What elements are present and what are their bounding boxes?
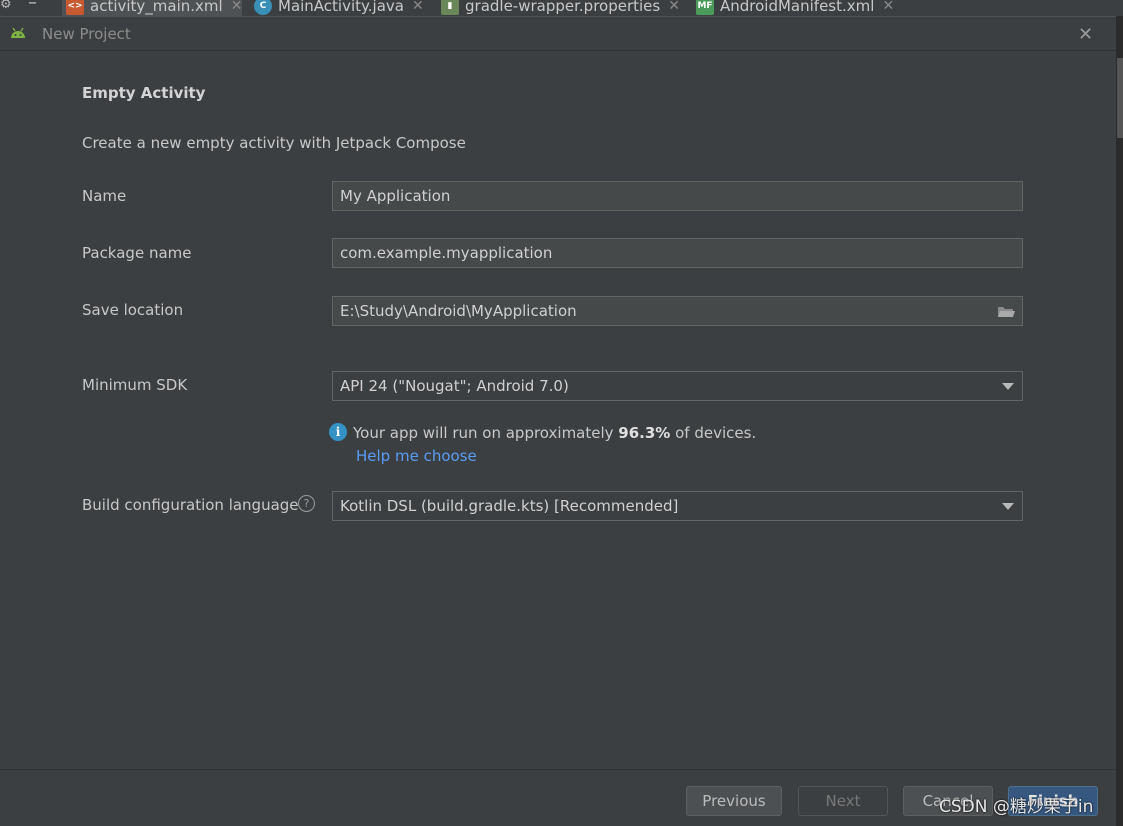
tab-gradle-wrapper-properties[interactable]: ▮ gradle-wrapper.properties ✕	[437, 0, 680, 16]
save-location-value: E:\Study\Android\MyApplication	[340, 302, 577, 320]
info-icon: i	[329, 423, 347, 441]
previous-button[interactable]: Previous	[686, 786, 782, 816]
android-icon	[11, 27, 25, 38]
chevron-down-icon	[1002, 383, 1014, 390]
tab-activity-main-xml[interactable]: <> activity_main.xml ✕	[62, 0, 243, 16]
screen: ⚙ – <> activity_main.xml ✕ C MainActivit…	[0, 0, 1123, 826]
build-config-language-label: Build configuration language	[82, 496, 299, 514]
tab-label: AndroidManifest.xml	[720, 0, 875, 15]
close-tab-icon[interactable]: ✕	[412, 0, 424, 14]
name-label: Name	[82, 187, 127, 205]
next-button[interactable]: Next	[798, 786, 888, 816]
gear-icon[interactable]: ⚙	[0, 0, 12, 12]
properties-file-icon: ▮	[441, 0, 459, 15]
tab-android-manifest-xml[interactable]: MF AndroidManifest.xml ✕	[692, 0, 894, 16]
scrollbar[interactable]	[1117, 58, 1123, 138]
minimize-icon[interactable]: –	[28, 0, 37, 13]
device-coverage-info: Your app will run on approximately 96.3%…	[353, 424, 756, 442]
folder-icon[interactable]	[997, 305, 1015, 318]
watermark: CSDN @糖炒栗子in	[939, 797, 1094, 817]
new-project-dialog: New Project ✕ Empty Activity Create a ne…	[0, 16, 1116, 826]
close-tab-icon[interactable]: ✕	[231, 0, 243, 14]
background-editor-edge	[1116, 16, 1123, 826]
save-location-field[interactable]: E:\Study\Android\MyApplication	[332, 296, 1023, 326]
info-suffix: of devices.	[670, 424, 757, 442]
minimum-sdk-value: API 24 ("Nougat"; Android 7.0)	[340, 377, 569, 395]
manifest-file-icon: MF	[696, 0, 714, 15]
java-class-icon: C	[254, 0, 272, 15]
build-config-language-value: Kotlin DSL (build.gradle.kts) [Recommend…	[340, 497, 679, 515]
xml-file-icon: <>	[66, 0, 84, 15]
tab-label: MainActivity.java	[278, 0, 404, 15]
coverage-percent: 96.3%	[618, 424, 671, 442]
close-tab-icon[interactable]: ✕	[882, 0, 894, 14]
name-field[interactable]	[332, 181, 1023, 211]
info-prefix: Your app will run on approximately	[353, 424, 619, 442]
editor-tab-strip: ⚙ – <> activity_main.xml ✕ C MainActivit…	[0, 0, 1123, 16]
minimum-sdk-label: Minimum SDK	[82, 376, 188, 394]
tab-label: gradle-wrapper.properties	[465, 0, 661, 15]
package-name-label: Package name	[82, 244, 192, 262]
help-me-choose-link[interactable]: Help me choose	[356, 447, 477, 465]
chevron-down-icon	[1002, 503, 1014, 510]
package-name-field[interactable]	[332, 238, 1023, 268]
dialog-title: New Project	[42, 25, 131, 43]
template-heading: Empty Activity	[82, 84, 206, 102]
close-dialog-icon[interactable]: ✕	[1078, 24, 1093, 45]
minimum-sdk-select[interactable]: API 24 ("Nougat"; Android 7.0)	[332, 371, 1023, 401]
tab-label: activity_main.xml	[90, 0, 223, 15]
build-config-language-select[interactable]: Kotlin DSL (build.gradle.kts) [Recommend…	[332, 491, 1023, 521]
save-location-label: Save location	[82, 301, 184, 319]
tab-main-activity-java[interactable]: C MainActivity.java ✕	[250, 0, 424, 16]
close-tab-icon[interactable]: ✕	[668, 0, 680, 14]
help-question-icon[interactable]: ?	[298, 495, 315, 512]
template-description: Create a new empty activity with Jetpack…	[82, 134, 466, 152]
dialog-titlebar: New Project ✕	[0, 17, 1116, 51]
